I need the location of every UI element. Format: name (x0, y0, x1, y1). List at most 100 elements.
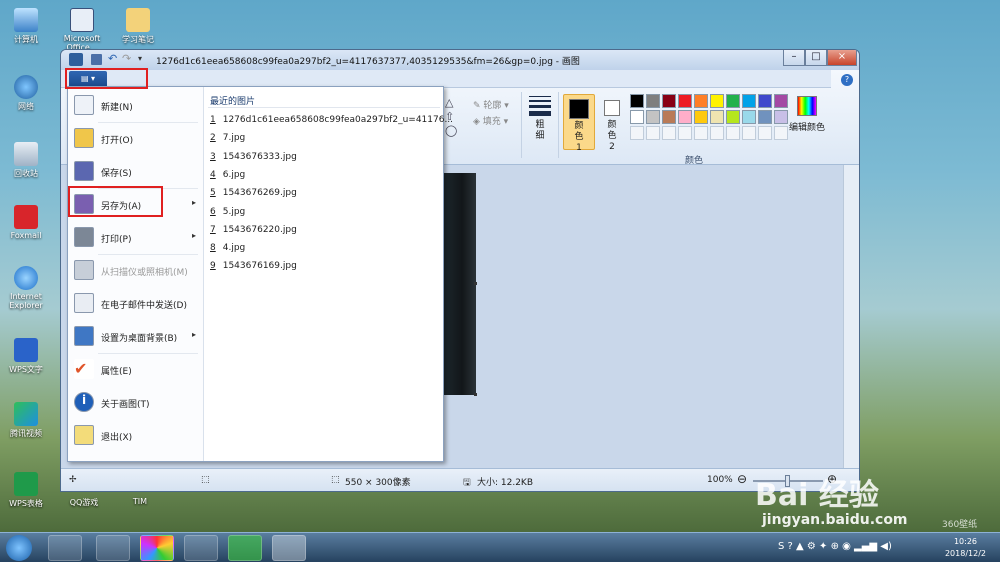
palette-swatch[interactable] (694, 110, 708, 124)
file-menu-item[interactable]: ✔ 属性(E) (68, 354, 202, 384)
recent-picture-name: 6.jpg (222, 169, 246, 180)
vertical-scrollbar[interactable] (843, 165, 859, 468)
palette-swatch[interactable] (678, 110, 692, 124)
taskbar-clock[interactable]: 10:26 2018/12/2 (945, 536, 986, 560)
zoom-out-button[interactable]: ⊖ (737, 472, 747, 486)
desktop-icon-label: Internet Explorer (9, 292, 43, 310)
palette-swatch[interactable] (662, 94, 676, 108)
shape-triangle-icon[interactable]: △ (445, 96, 453, 109)
file-menu-item[interactable]: 在电子邮件中发送(D) (68, 288, 202, 318)
resize-handle[interactable] (474, 282, 477, 285)
edit-colors-button[interactable]: 编辑颜色 (787, 94, 827, 144)
file-menu-item[interactable]: 打开(O) (68, 123, 202, 153)
desktop-icon-wps-writer[interactable]: WPS文字 (0, 338, 52, 375)
palette-swatch[interactable] (694, 94, 708, 108)
palette-swatch[interactable] (630, 94, 644, 108)
recent-picture-number: 5 (210, 188, 216, 199)
color2-button[interactable]: 颜色 2 (599, 94, 625, 152)
palette-swatch-empty[interactable] (726, 126, 740, 140)
palette-swatch-empty[interactable] (630, 126, 644, 140)
palette-swatch[interactable] (710, 94, 724, 108)
taskbar-video-button[interactable] (184, 535, 218, 561)
recent-picture-item[interactable]: 2 7.jpg (210, 133, 245, 143)
new-file-icon (74, 95, 94, 115)
size-button[interactable]: 粗细 (526, 94, 554, 152)
recent-picture-item[interactable]: 1 1276d1c61eea658608c99fea0a297bf2_u=4117… (210, 115, 453, 125)
desktop-icon-computer[interactable]: 计算机 (0, 8, 52, 45)
palette-swatch[interactable] (758, 110, 772, 124)
palette-swatch[interactable] (630, 110, 644, 124)
file-menu-item[interactable]: 退出(X) (68, 420, 202, 450)
outline-label: 轮廓 (483, 101, 502, 111)
desktop-icon-tim[interactable]: TIM (114, 497, 166, 506)
palette-swatch-empty[interactable] (758, 126, 772, 140)
taskbar-paint-button[interactable] (272, 535, 306, 561)
recent-picture-number: 9 (210, 261, 216, 272)
save-quick-icon[interactable] (91, 54, 102, 65)
taskbar-360-button[interactable] (140, 535, 174, 561)
desktop-icon-tencent-video[interactable]: 腾讯视频 (0, 402, 52, 439)
recent-picture-item[interactable]: 9 1543676169.jpg (210, 261, 297, 271)
palette-swatch-empty[interactable] (710, 126, 724, 140)
image-canvas[interactable] (441, 173, 476, 395)
desktop-icon-foxmail[interactable]: Foxmail (0, 205, 52, 240)
tray-icons[interactable]: S ? ▲ ⚙ ✦ ⊕ ◉ ▂▄▆ ◀) (778, 541, 892, 552)
help-icon[interactable]: ? (841, 74, 853, 86)
palette-swatch[interactable] (774, 94, 788, 108)
palette-swatch-empty[interactable] (694, 126, 708, 140)
outline-button[interactable]: ✎ 轮廓 ▾ (473, 98, 509, 111)
taskbar-ie-button[interactable] (48, 535, 82, 561)
undo-icon[interactable]: ↶ (108, 52, 117, 65)
file-menu-item[interactable]: 从扫描仪或照相机(M) (68, 255, 202, 285)
redo-icon[interactable]: ↷ (122, 52, 131, 65)
desktop-icon-network[interactable]: 网络 (0, 75, 52, 112)
app-menu-quick-icon[interactable] (69, 53, 83, 66)
desktop-icon-folder[interactable]: 学习笔记 (112, 8, 164, 45)
file-menu-item[interactable]: 新建(N) (68, 90, 202, 120)
recent-picture-item[interactable]: 6 5.jpg (210, 207, 245, 217)
palette-swatch[interactable] (646, 110, 660, 124)
desktop-icon-recycle[interactable]: 回收站 (0, 142, 52, 179)
customize-quick-access-icon[interactable]: ▾ (138, 54, 142, 63)
recent-picture-item[interactable]: 4 6.jpg (210, 170, 245, 180)
palette-swatch[interactable] (726, 110, 740, 124)
palette-swatch-empty[interactable] (678, 126, 692, 140)
recent-picture-item[interactable]: 7 1543676220.jpg (210, 225, 297, 235)
taskbar-qq-button[interactable] (96, 535, 130, 561)
file-menu-item[interactable]: 保存(S) (68, 156, 202, 186)
palette-swatch-empty[interactable] (742, 126, 756, 140)
recent-picture-item[interactable]: 8 4.jpg (210, 243, 245, 253)
minimize-button[interactable]: – (783, 50, 805, 66)
desktop-icon-ie[interactable]: Internet Explorer (0, 266, 52, 310)
maximize-button[interactable]: □ (805, 50, 827, 66)
palette-swatch[interactable] (742, 94, 756, 108)
palette-swatch-empty[interactable] (774, 126, 788, 140)
fill-button[interactable]: ◈ 填充 ▾ (473, 114, 508, 127)
desktop-icon-wps-sheet[interactable]: WPS表格 (0, 472, 52, 509)
taskbar-wechat-button[interactable] (228, 535, 262, 561)
resize-handle[interactable] (474, 393, 477, 396)
palette-swatch[interactable] (742, 110, 756, 124)
recent-picture-item[interactable]: 3 1543676333.jpg (210, 152, 297, 162)
palette-swatch-empty[interactable] (662, 126, 676, 140)
palette-swatch[interactable] (774, 110, 788, 124)
palette-swatch[interactable] (662, 110, 676, 124)
palette-swatch[interactable] (710, 110, 724, 124)
close-button[interactable]: × (827, 50, 857, 66)
printer-icon (74, 227, 94, 247)
palette-swatch-empty[interactable] (646, 126, 660, 140)
file-menu-item[interactable]: 设置为桌面背景(B) ▸ (68, 321, 202, 351)
desktop-icon-qq-game[interactable]: QQ游戏 (58, 497, 110, 508)
palette-swatch[interactable] (726, 94, 740, 108)
color1-button[interactable]: 颜色 1 (563, 94, 595, 153)
palette-swatch[interactable] (758, 94, 772, 108)
palette-swatch[interactable] (646, 94, 660, 108)
file-menu-item[interactable]: 打印(P) ▸ (68, 222, 202, 252)
recent-picture-item[interactable]: 5 1543676269.jpg (210, 188, 297, 198)
desktop-icon-office[interactable]: Microsoft Office... (56, 8, 108, 52)
shape-callout-icon[interactable]: ◯ (445, 124, 457, 137)
palette-swatch[interactable] (678, 94, 692, 108)
start-button[interactable] (6, 535, 32, 561)
highlight-save-as (68, 186, 163, 217)
file-menu-item[interactable]: i 关于画图(T) (68, 387, 202, 417)
